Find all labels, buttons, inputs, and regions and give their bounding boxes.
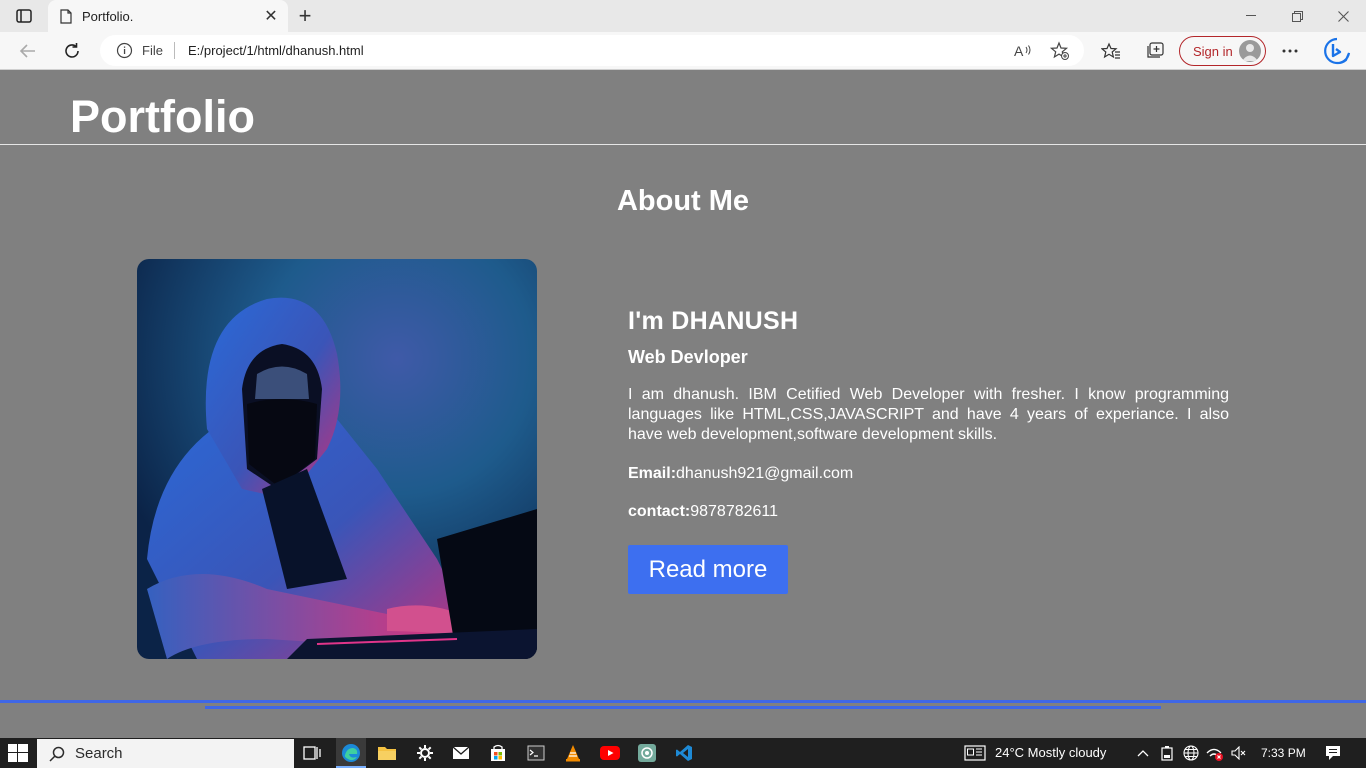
bio-paragraph: I am dhanush. IBM Cetified Web Developer… <box>628 386 1229 443</box>
info-icon[interactable] <box>116 42 133 64</box>
intro-heading: I'm DHANUSH <box>628 307 799 335</box>
file-explorer-icon[interactable] <box>374 741 400 765</box>
contact-line: contact:9878782611 <box>628 503 1229 521</box>
section-title: About Me <box>616 185 750 217</box>
contact-label: contact: <box>628 503 691 520</box>
back-icon[interactable] <box>13 37 43 65</box>
email-label: Email: <box>628 465 677 482</box>
network-offline-icon[interactable] <box>1206 744 1224 762</box>
minimize-icon[interactable] <box>1228 0 1274 32</box>
address-url[interactable]: E:/project/1/html/dhanush.html <box>188 43 364 58</box>
edge-browser-icon[interactable] <box>338 741 364 765</box>
windows-taskbar: Search 24°C Mostly cloudy 7:33 PM <box>0 738 1366 768</box>
email-line: Email:dhanush921@gmail.com <box>628 465 1229 483</box>
volume-muted-icon[interactable] <box>1230 744 1248 762</box>
task-view-icon[interactable] <box>299 741 325 765</box>
profile-photo <box>137 259 537 659</box>
email-value: dhanush921@gmail.com <box>676 465 854 482</box>
bing-copilot-icon[interactable] <box>1320 34 1354 68</box>
read-more-button[interactable]: Read more <box>628 545 788 594</box>
terminal-icon[interactable] <box>523 741 549 765</box>
active-tab[interactable]: Portfolio. ✕ <box>48 0 288 32</box>
weather-widget-icon[interactable] <box>963 744 987 762</box>
close-tab-icon[interactable]: ✕ <box>260 5 282 27</box>
web-page: Portfolio About Me I'm DHANUSH Web Devlo… <box>0 71 1366 737</box>
divider-line-inner <box>205 706 1161 709</box>
address-divider <box>174 42 175 59</box>
settings-gear-icon[interactable] <box>412 741 438 765</box>
store-icon[interactable] <box>485 741 511 765</box>
svg-text:A: A <box>1014 43 1024 59</box>
tab-title: Portfolio. <box>82 8 134 24</box>
collections-icon[interactable] <box>1140 37 1170 65</box>
add-favorite-icon[interactable] <box>1049 40 1071 62</box>
chatgpt-icon[interactable] <box>634 741 660 765</box>
read-aloud-icon[interactable]: A <box>1012 40 1034 62</box>
about-section: I'm DHANUSH Web Devloper I am dhanush. I… <box>628 307 1229 594</box>
search-icon <box>49 746 65 762</box>
clock-time[interactable]: 7:33 PM <box>1261 746 1306 760</box>
scheme-label: File <box>142 43 163 58</box>
taskbar-search[interactable]: Search <box>37 739 294 768</box>
close-window-icon[interactable] <box>1320 0 1366 32</box>
vscode-icon[interactable] <box>671 741 697 765</box>
browser-toolbar: File E:/project/1/html/dhanush.html A Si… <box>0 32 1366 70</box>
new-tab-icon[interactable]: + <box>292 3 318 28</box>
address-bar[interactable]: File E:/project/1/html/dhanush.html A <box>100 35 1084 66</box>
more-options-icon[interactable] <box>1275 37 1305 65</box>
tab-bar: Portfolio. ✕ + <box>0 0 1366 32</box>
battery-icon[interactable] <box>1158 744 1176 762</box>
windows-start-icon[interactable] <box>8 744 28 762</box>
notification-icon[interactable] <box>1324 744 1342 762</box>
site-header: Portfolio <box>0 71 1366 145</box>
sign-in-button[interactable]: Sign in <box>1179 36 1266 66</box>
language-globe-icon[interactable] <box>1182 744 1200 762</box>
contact-value: 9878782611 <box>690 503 779 520</box>
divider-line <box>0 700 1366 703</box>
mail-icon[interactable] <box>448 741 474 765</box>
weather-text[interactable]: 24°C Mostly cloudy <box>995 745 1106 760</box>
favorites-icon[interactable] <box>1096 37 1126 65</box>
avatar <box>1239 40 1261 62</box>
restore-icon[interactable] <box>1274 0 1320 32</box>
site-brand: Portfolio <box>70 91 255 142</box>
tab-actions-icon[interactable] <box>10 6 38 26</box>
page-icon <box>60 8 72 24</box>
youtube-icon[interactable] <box>597 741 623 765</box>
chevron-up-icon[interactable] <box>1134 744 1152 762</box>
vlc-icon[interactable] <box>560 741 586 765</box>
refresh-icon[interactable] <box>57 37 87 65</box>
role-heading: Web Devloper <box>628 347 748 367</box>
